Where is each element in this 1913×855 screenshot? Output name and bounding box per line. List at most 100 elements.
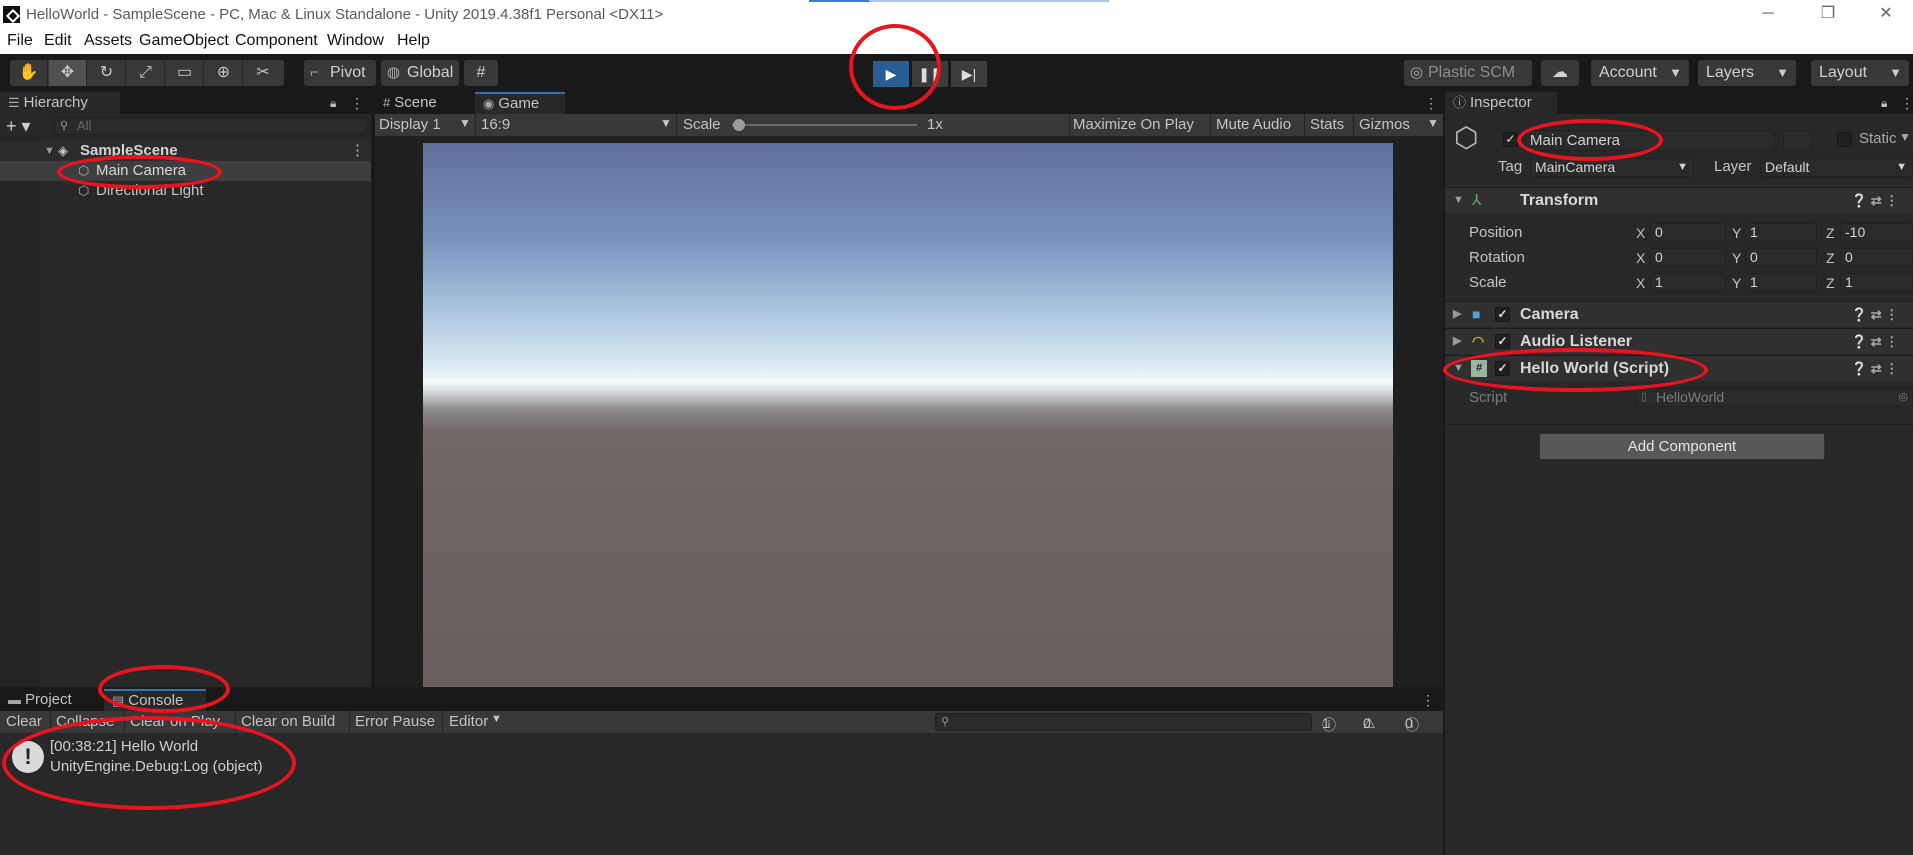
tab-project[interactable]: ▬ Project	[0, 689, 104, 711]
rotation-y-field[interactable]: 0	[1745, 248, 1817, 267]
component-actions[interactable]: ❔ ⇄ ⋮	[1851, 188, 1898, 213]
annotation-circle-log	[2, 716, 296, 810]
tab-scene[interactable]: # Scene	[375, 92, 471, 114]
custom-tool-icon[interactable]: ✂	[244, 60, 282, 86]
inspector-tabbar: ⓘ Inspector 🔒︎ ⋮	[1445, 92, 1913, 114]
kebab-menu-icon[interactable]: ⋮	[1424, 94, 1438, 112]
separator	[349, 711, 350, 733]
menu-edit[interactable]: Edit	[44, 32, 72, 50]
menu-window[interactable]: Window	[327, 32, 384, 50]
kebab-menu-icon[interactable]: ⋮	[1900, 94, 1913, 112]
display-dropdown[interactable]: Display 1	[379, 116, 441, 133]
layer-dropdown[interactable]: Default ▼	[1760, 158, 1913, 177]
plastic-scm-button[interactable]: ◎ Plastic SCM	[1404, 60, 1532, 86]
hierarchy-toolbar: + ▾ ⚲ All	[0, 115, 371, 137]
create-plus-icon[interactable]: + ▾	[6, 115, 31, 137]
hand-tool-icon[interactable]: ✋	[10, 60, 48, 86]
hierarchy-tabbar: ☰ Hierarchy 🔒︎ ⋮	[0, 92, 371, 114]
menu-assets[interactable]: Assets	[84, 32, 132, 50]
component-actions[interactable]: ❔ ⇄ ⋮	[1851, 356, 1898, 381]
separator	[1069, 114, 1070, 136]
camera-component-header[interactable]: ▶ ■ ✓ Camera ❔ ⇄ ⋮	[1445, 301, 1913, 327]
annotation-circle-console-tab	[98, 665, 230, 713]
position-x-field[interactable]: 0	[1650, 223, 1726, 242]
static-checkbox[interactable]	[1837, 132, 1852, 147]
menu-bar: File Edit Assets GameObject Component Wi…	[0, 29, 1913, 54]
script-object-field[interactable]: ▯ HelloWorld ◎	[1635, 388, 1913, 407]
maximize-on-play-toggle[interactable]: Maximize On Play	[1073, 116, 1194, 133]
game-viewport[interactable]	[423, 143, 1393, 687]
rotation-x-field[interactable]: 0	[1650, 248, 1726, 267]
separator	[676, 114, 677, 136]
kebab-menu-icon[interactable]: ⋮	[1421, 691, 1435, 709]
scale-y-field[interactable]: 1	[1745, 273, 1817, 292]
annotation-circle-main-camera	[57, 155, 222, 189]
clear-on-build-toggle[interactable]: Clear on Build	[241, 713, 335, 730]
hierarchy-search-input[interactable]: ⚲ All	[54, 117, 367, 135]
minimize-button[interactable]: ─	[1748, 3, 1788, 25]
console-search-input[interactable]: ⚲	[935, 713, 1312, 731]
account-dropdown[interactable]: Account ▼	[1591, 60, 1689, 86]
rotation-z-field[interactable]: 0	[1840, 248, 1913, 267]
layers-dropdown[interactable]: Layers ▼	[1698, 60, 1796, 86]
add-component-button[interactable]: Add Component	[1539, 433, 1825, 460]
transform-tool-icon[interactable]: ⊕	[205, 60, 243, 86]
separator	[1210, 114, 1211, 136]
object-picker-icon[interactable]: ◎	[1898, 389, 1908, 406]
window-title: HelloWorld - SampleScene - PC, Mac & Lin…	[26, 6, 664, 23]
scale-tool-icon[interactable]: ⤢	[127, 60, 165, 86]
rect-tool-icon[interactable]: ▭	[166, 60, 204, 86]
component-actions[interactable]: ❔ ⇄ ⋮	[1851, 329, 1898, 354]
audio-listener-enabled-checkbox[interactable]: ✓	[1495, 334, 1510, 349]
tab-hierarchy[interactable]: ☰ Hierarchy	[0, 92, 120, 114]
restore-button[interactable]: ❐	[1808, 3, 1848, 25]
close-button[interactable]: ✕	[1866, 3, 1906, 25]
annotation-circle-play	[849, 24, 941, 110]
grid-snap-button[interactable]: #	[464, 60, 498, 86]
transform-row-scale: Scale X 1 Y 1 Z 1	[1445, 271, 1913, 295]
gizmos-toggle[interactable]: Gizmos	[1359, 116, 1410, 133]
cloud-button[interactable]: ☁	[1541, 60, 1579, 86]
scale-z-field[interactable]: 1	[1840, 273, 1913, 292]
stats-toggle[interactable]: Stats	[1310, 116, 1344, 133]
title-progress-track	[869, 0, 1109, 2]
active-checkbox[interactable]: ✓	[1503, 132, 1518, 147]
tab-inspector[interactable]: ⓘ Inspector	[1445, 92, 1557, 114]
tab-game[interactable]: ◉ Game	[475, 92, 565, 114]
clear-button[interactable]: Clear	[6, 713, 42, 730]
scale-slider-thumb[interactable]	[733, 119, 745, 131]
global-button[interactable]: ◍ Global	[381, 60, 459, 86]
main-toolbar: ✋ ✥ ↻ ⤢ ▭ ⊕ ✂ ⌐ Pivot ◍ Global # ▶ ❚❚ ▶|…	[0, 54, 1913, 92]
lock-icon[interactable]: 🔒︎	[330, 94, 342, 112]
menu-component[interactable]: Component	[235, 32, 318, 50]
layer-label: Layer	[1714, 158, 1752, 175]
position-z-field[interactable]: -10	[1840, 223, 1913, 242]
component-actions[interactable]: ❔ ⇄ ⋮	[1851, 302, 1898, 327]
rotate-tool-icon[interactable]: ↻	[88, 60, 126, 86]
lock-icon[interactable]: 🔒︎	[1881, 94, 1893, 112]
chevron-down-icon[interactable]: ▼	[1899, 130, 1911, 144]
move-tool-icon[interactable]: ✥	[49, 60, 87, 86]
error-pause-toggle[interactable]: Error Pause	[355, 713, 435, 730]
tag-dropdown[interactable]: MainCamera ▼	[1530, 158, 1694, 177]
chevron-down-icon[interactable]: ▼	[1427, 116, 1439, 130]
step-icon: ▶|	[961, 66, 977, 82]
step-button[interactable]: ▶|	[951, 61, 987, 87]
scene-kebab-icon[interactable]: ⋮	[350, 141, 365, 161]
transform-tools: ✋ ✥ ↻ ⤢ ▭ ⊕ ✂	[10, 60, 284, 86]
scale-x-field[interactable]: 1	[1650, 273, 1726, 292]
aspect-dropdown[interactable]: 16:9	[481, 116, 510, 133]
editor-dropdown[interactable]: Editor	[449, 713, 488, 730]
camera-enabled-checkbox[interactable]: ✓	[1495, 307, 1510, 322]
transform-header[interactable]: ▼ ⅄ Transform ❔ ⇄ ⋮	[1445, 187, 1913, 213]
mute-audio-toggle[interactable]: Mute Audio	[1216, 116, 1291, 133]
layout-dropdown[interactable]: Layout ▼	[1811, 60, 1909, 86]
menu-help[interactable]: Help	[397, 32, 430, 50]
unity-editor-window: HelloWorld - SampleScene - PC, Mac & Lin…	[0, 0, 1913, 855]
pivot-button[interactable]: ⌐ Pivot	[304, 60, 376, 86]
menu-gameobject[interactable]: GameObject	[139, 32, 229, 50]
menu-file[interactable]: File	[7, 32, 33, 50]
position-y-field[interactable]: 1	[1745, 223, 1817, 242]
scale-slider-track[interactable]	[732, 124, 917, 126]
kebab-menu-icon[interactable]: ⋮	[350, 94, 364, 112]
